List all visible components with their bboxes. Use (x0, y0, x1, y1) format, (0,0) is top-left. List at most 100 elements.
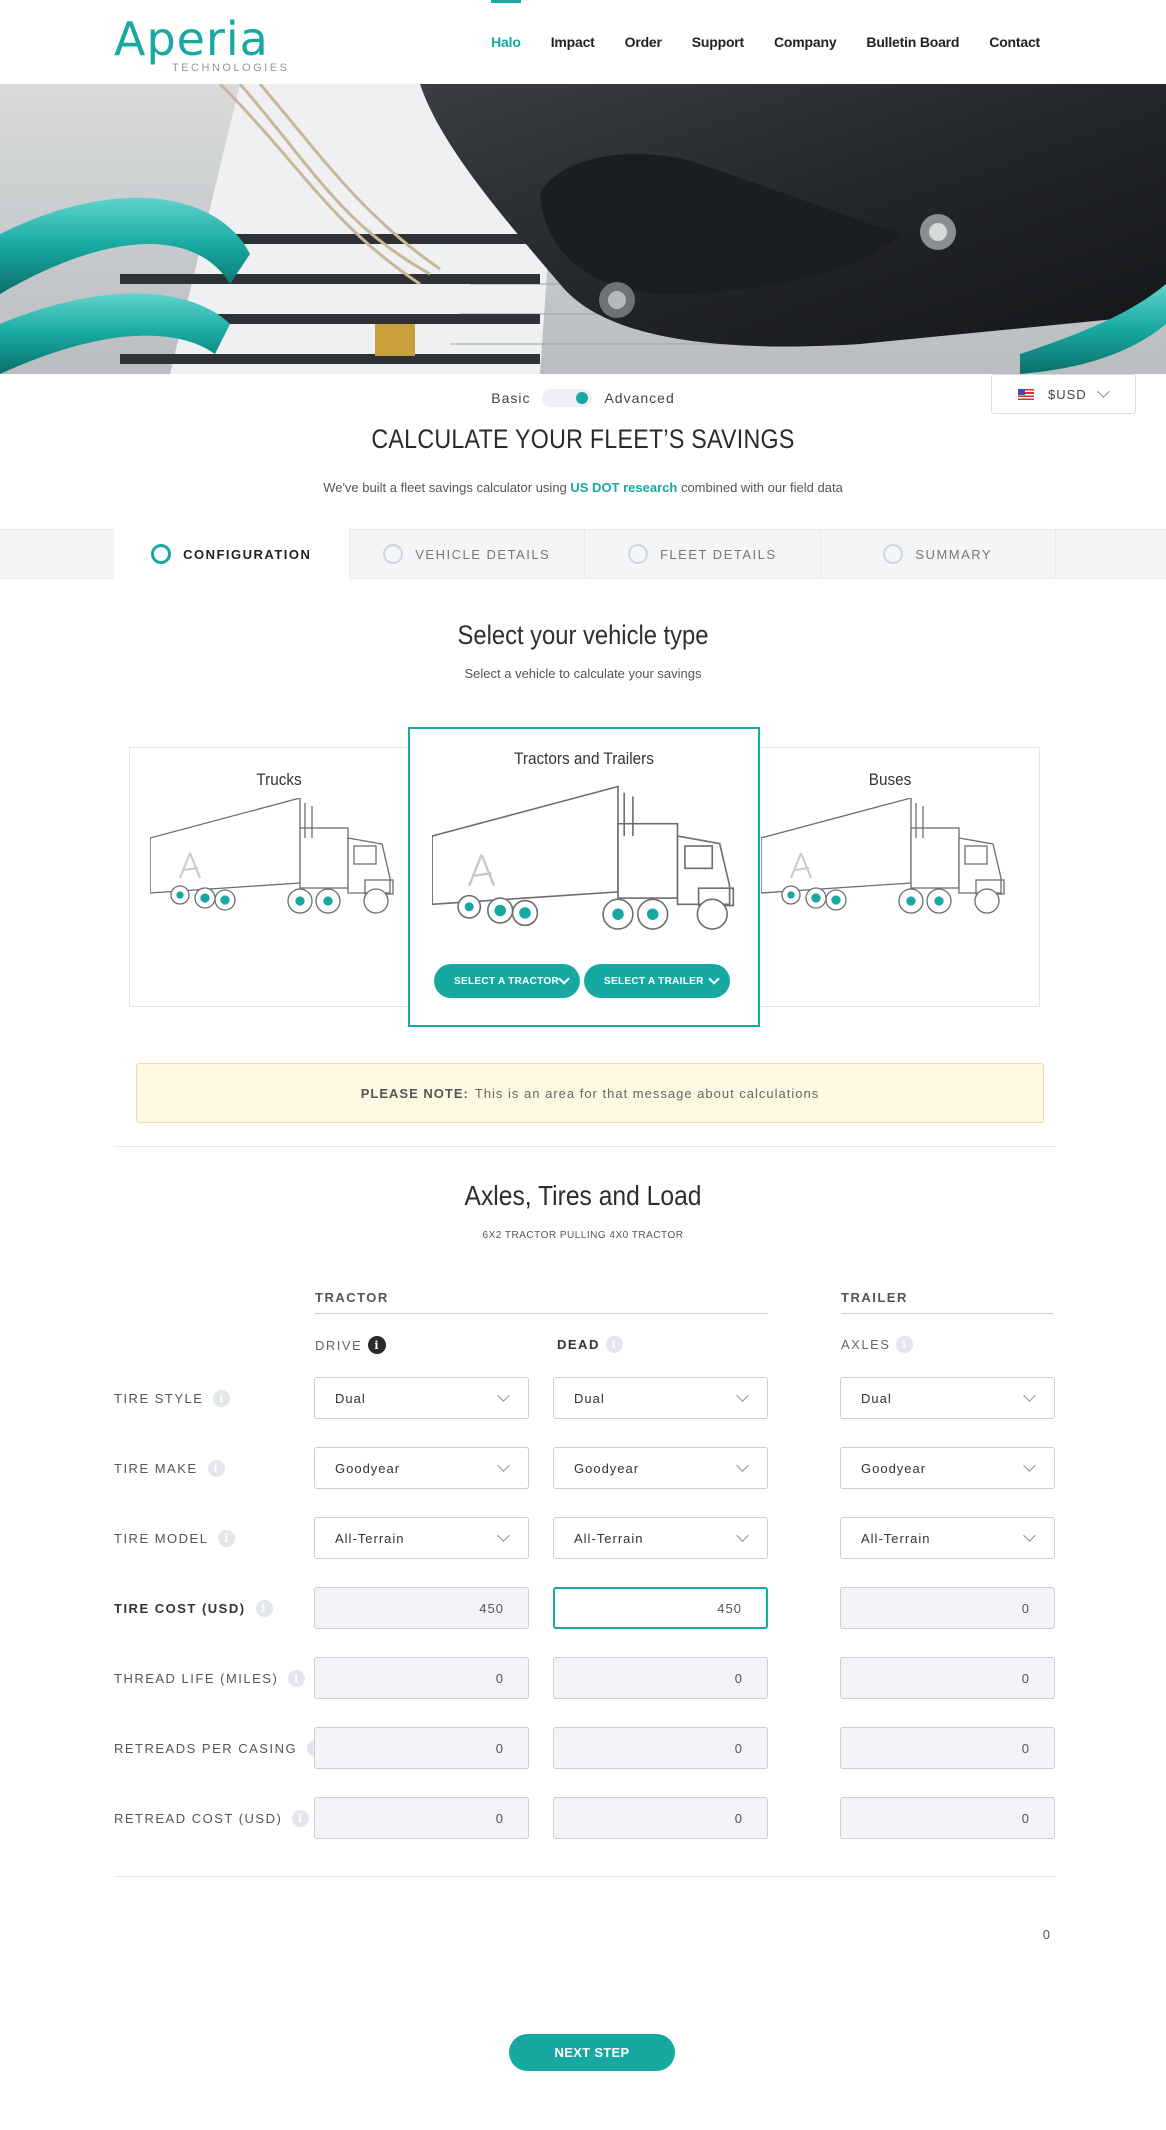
aperia-logo[interactable]: Aperia TECHNOLOGIES (114, 12, 287, 76)
vehicle-card-label: Buses (868, 770, 912, 789)
tire-model-trailer-select[interactable]: All-Terrain (840, 1517, 1055, 1559)
row-label-text: RETREAD COST (USD) (114, 1810, 283, 1826)
currency-label: $USD (1048, 386, 1087, 402)
step-label: SUMMARY (915, 546, 993, 562)
tire-cost-dead-input[interactable]: 450 (553, 1587, 768, 1629)
vehicle-section-title: Select your vehicle type (457, 620, 709, 650)
tire-model-dead-select[interactable]: All-Terrain (553, 1517, 768, 1559)
retread-cost-drive-input[interactable]: 0 (314, 1797, 529, 1839)
us-dot-research-link[interactable]: US DOT research (570, 480, 677, 495)
chevron-down-icon (736, 1459, 749, 1472)
select-tractor-label: SELECT A TRACTOR (454, 975, 559, 987)
note-text: This is an area for that message about c… (474, 1085, 820, 1101)
nav-item-order[interactable]: Order (610, 0, 677, 84)
tire-cost-drive-input[interactable]: 450 (314, 1587, 529, 1629)
step-summary[interactable]: SUMMARY (821, 529, 1056, 579)
subtitle-text-post: combined with our field data (677, 480, 843, 495)
truck-illustration (150, 798, 394, 914)
tire-make-drive-select[interactable]: Goodyear (314, 1447, 529, 1489)
tire-style-trailer-select[interactable]: Dual (840, 1377, 1055, 1419)
row-label-text: TIRE MODEL (114, 1530, 209, 1546)
nav-item-impact[interactable]: Impact (536, 0, 610, 84)
vehicle-card-tractors-and-trailers[interactable]: Tractors and Trailers SELECT A TRACTOR S… (408, 727, 760, 1027)
total-value: 0 (1042, 1927, 1050, 1942)
chevron-down-icon (1023, 1389, 1036, 1402)
chevron-down-icon (736, 1389, 749, 1402)
info-icon[interactable]: i (368, 1336, 387, 1354)
mode-advanced-label[interactable]: Advanced (604, 390, 674, 406)
nav-item-bulletin-board[interactable]: Bulletin Board (851, 0, 974, 84)
retreads-dead-input[interactable]: 0 (553, 1727, 768, 1769)
tire-style-drive-select[interactable]: Dual (314, 1377, 529, 1419)
main-nav: Halo Impact Order Support Company Bullet… (476, 0, 1055, 84)
nav-item-support[interactable]: Support (677, 0, 759, 84)
vehicle-card-label: Trucks (256, 770, 302, 789)
select-value: Dual (335, 1390, 366, 1406)
thread-life-trailer-input[interactable]: 0 (840, 1657, 1055, 1699)
info-icon[interactable]: i (896, 1336, 914, 1353)
step-configuration[interactable]: CONFIGURATION (114, 529, 350, 579)
chevron-down-icon (497, 1459, 510, 1472)
axles-label: AXLES (841, 1337, 891, 1352)
step-fleet-details[interactable]: FLEET DETAILS (585, 529, 821, 579)
step-circle-icon (627, 544, 648, 564)
calculation-note: PLEASE NOTE: This is an area for that me… (136, 1063, 1044, 1123)
info-icon[interactable]: i (288, 1669, 306, 1687)
tire-model-drive-select[interactable]: All-Terrain (314, 1517, 529, 1559)
select-tractor-button[interactable]: SELECT A TRACTOR (434, 964, 580, 998)
retread-cost-trailer-input[interactable]: 0 (840, 1797, 1055, 1839)
nav-item-contact[interactable]: Contact (974, 0, 1055, 84)
retreads-trailer-input[interactable]: 0 (840, 1727, 1055, 1769)
chevron-down-icon (558, 973, 570, 985)
vehicle-card-trucks[interactable]: Trucks (129, 747, 429, 1007)
row-label-text: TIRE COST (USD) (114, 1600, 246, 1616)
info-icon[interactable]: i (207, 1459, 225, 1477)
thread-life-drive-input[interactable]: 0 (314, 1657, 529, 1699)
select-value: All-Terrain (574, 1530, 644, 1546)
currency-select[interactable]: $USD (991, 374, 1136, 414)
step-label: FLEET DETAILS (659, 546, 777, 562)
row-label-text: TIRE STYLE (114, 1390, 204, 1406)
nav-item-company[interactable]: Company (759, 0, 851, 84)
nav-item-halo[interactable]: Halo (476, 0, 536, 84)
info-icon[interactable]: i (218, 1529, 236, 1547)
next-step-button[interactable]: NEXT STEP (509, 2034, 675, 2071)
info-icon[interactable]: i (292, 1809, 310, 1827)
info-icon[interactable]: i (255, 1599, 273, 1617)
tire-make-trailer-select[interactable]: Goodyear (840, 1447, 1055, 1489)
chevron-down-icon (708, 973, 720, 985)
step-vehicle-details[interactable]: VEHICLE DETAILS (350, 529, 585, 579)
axles-section-title: Axles, Tires and Load (464, 1180, 702, 1211)
row-label-text: RETREADS PER CASING (114, 1740, 298, 1756)
step-label: CONFIGURATION (183, 546, 312, 562)
subtitle-text-pre: We've built a fleet savings calculator u… (323, 480, 571, 495)
step-circle-icon (883, 544, 904, 564)
select-value: Goodyear (574, 1460, 640, 1476)
retread-cost-dead-input[interactable]: 0 (553, 1797, 768, 1839)
tire-cost-trailer-input[interactable]: 0 (840, 1587, 1055, 1629)
mode-basic-label[interactable]: Basic (491, 390, 530, 406)
bus-illustration (761, 798, 1005, 914)
note-prefix: PLEASE NOTE: (360, 1085, 469, 1101)
info-icon[interactable]: i (213, 1389, 231, 1407)
retreads-drive-input[interactable]: 0 (314, 1727, 529, 1769)
select-value: Goodyear (335, 1460, 401, 1476)
tire-style-dead-select[interactable]: Dual (553, 1377, 768, 1419)
step-tabs: CONFIGURATION VEHICLE DETAILS FLEET DETA… (114, 529, 1056, 579)
tire-make-dead-select[interactable]: Goodyear (553, 1447, 768, 1489)
row-label-text: TIRE MAKE (114, 1460, 198, 1476)
chevron-down-icon (736, 1529, 749, 1542)
section-divider (114, 1876, 1056, 1877)
thread-life-dead-input[interactable]: 0 (553, 1657, 768, 1699)
step-label: VEHICLE DETAILS (415, 546, 551, 562)
vehicle-card-buses[interactable]: Buses (740, 747, 1040, 1007)
chevron-down-icon (1096, 385, 1110, 398)
row-label-tire-model: TIRE MODEL i (114, 1517, 236, 1559)
row-label-retreads-per-casing: RETREADS PER CASINGi (114, 1727, 325, 1769)
select-trailer-button[interactable]: SELECT A TRAILER (584, 964, 730, 998)
info-icon[interactable]: i (605, 1336, 623, 1353)
mode-toggle-switch[interactable] (542, 389, 593, 407)
select-value: All-Terrain (335, 1530, 405, 1546)
row-label-tire-cost: TIRE COST (USD) i (114, 1587, 273, 1629)
drive-subheader: DRIVE i (315, 1336, 387, 1354)
